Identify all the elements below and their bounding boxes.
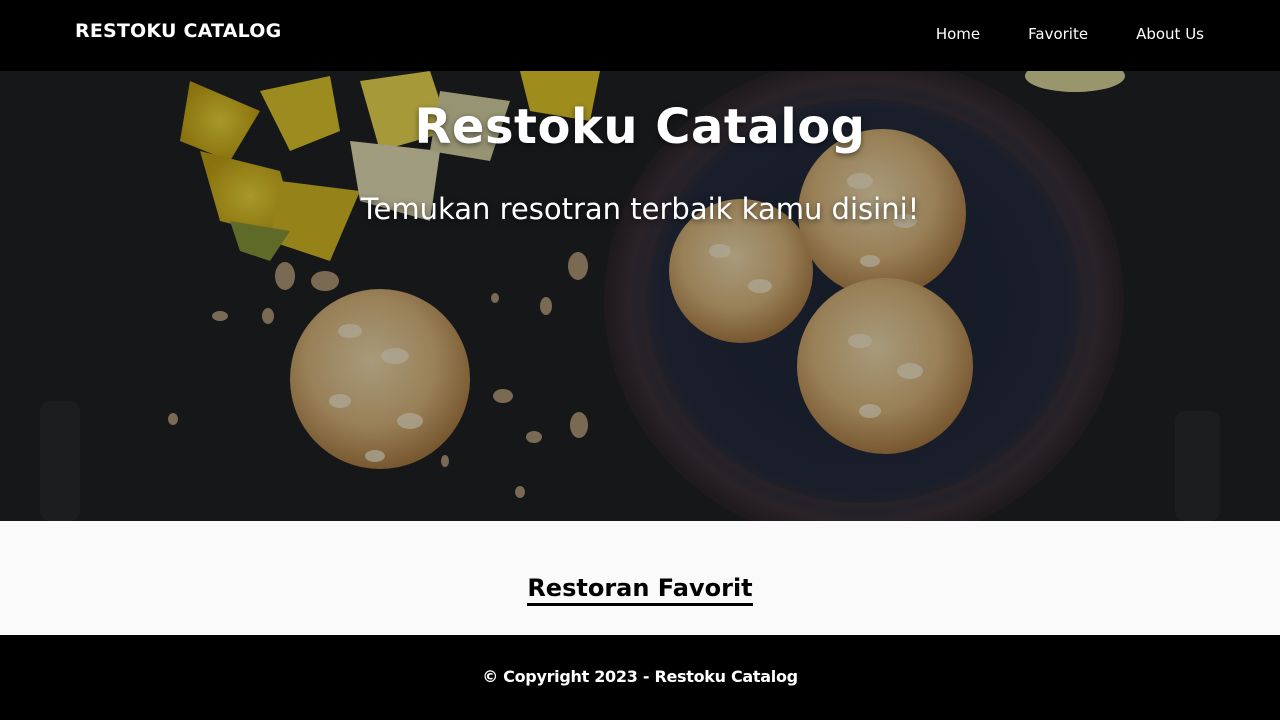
hero-banner: Restoku Catalog Temukan resotran terbaik…	[0, 71, 1280, 521]
footer: © Copyright 2023 - Restoku Catalog	[0, 635, 1280, 720]
brand-logo-text[interactable]: RESTOKU CATALOG	[75, 20, 281, 42]
nav-link-home[interactable]: Home	[936, 25, 980, 43]
section-title-wrapper: Restoran Favorit	[0, 574, 1280, 606]
section-title-favorite-restaurants: Restoran Favorit	[527, 574, 753, 606]
nav-links: Home Favorite About Us	[888, 25, 1204, 43]
footer-copyright: © Copyright 2023 - Restoku Catalog	[482, 667, 798, 686]
nav-link-about-us[interactable]: About Us	[1136, 25, 1204, 43]
navbar: RESTOKU CATALOG Home Favorite About Us	[0, 0, 1280, 71]
main-content: Restoran Favorit	[0, 521, 1280, 635]
hero-title: Restoku Catalog	[414, 99, 866, 155]
nav-link-favorite[interactable]: Favorite	[1028, 25, 1088, 43]
hero-subtitle: Temukan resotran terbaik kamu disini!	[360, 192, 920, 226]
